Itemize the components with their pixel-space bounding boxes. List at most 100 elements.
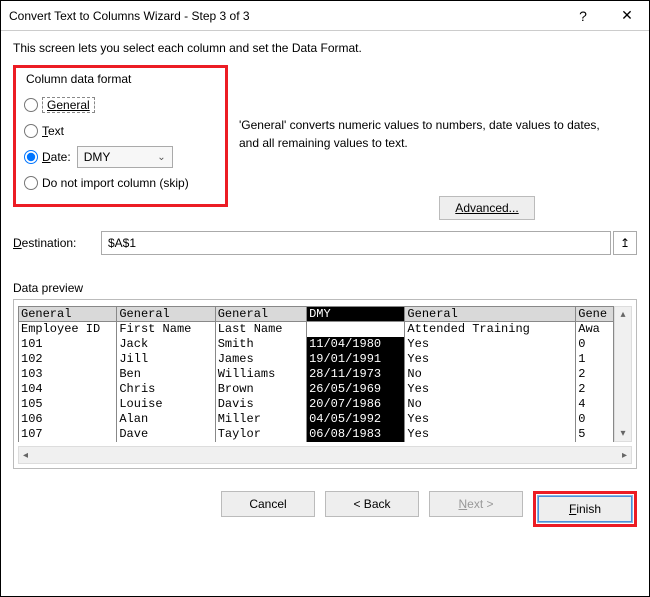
table-row: 102JillJames19/01/1991Yes1 <box>19 352 614 367</box>
format-header-row: GeneralGeneralGeneralDMYGeneralGene <box>19 307 614 322</box>
data-cell[interactable]: Jack <box>117 337 215 352</box>
data-cell[interactable]: Taylor <box>216 427 307 442</box>
format-cell[interactable]: General <box>216 307 307 322</box>
label-skip: Do not import column (skip) <box>42 176 189 190</box>
header-cell[interactable]: First Name <box>117 322 215 337</box>
format-cell[interactable]: DMY <box>307 307 405 322</box>
cancel-button[interactable]: Cancel <box>221 491 315 517</box>
data-cell[interactable]: Jill <box>117 352 215 367</box>
data-cell[interactable]: Smith <box>216 337 307 352</box>
data-cell[interactable]: Miller <box>216 412 307 427</box>
data-cell[interactable]: 4 <box>576 397 614 412</box>
option-text[interactable]: Text <box>24 118 217 144</box>
option-date[interactable]: Date: DMY ⌄ <box>24 144 217 170</box>
format-cell[interactable]: General <box>405 307 576 322</box>
data-cell[interactable]: Brown <box>216 382 307 397</box>
data-cell[interactable]: 103 <box>19 367 117 382</box>
back-button[interactable]: < Back <box>325 491 419 517</box>
data-cell[interactable]: 106 <box>19 412 117 427</box>
preview-table[interactable]: GeneralGeneralGeneralDMYGeneralGeneEmplo… <box>18 306 614 442</box>
format-description: 'General' converts numeric values to num… <box>239 116 619 152</box>
format-cell[interactable]: General <box>117 307 215 322</box>
vertical-scrollbar[interactable]: ▴ ▾ <box>614 306 632 442</box>
table-row: 101JackSmith11/04/1980Yes0 <box>19 337 614 352</box>
advanced-button[interactable]: Advanced... <box>439 196 535 220</box>
data-cell[interactable]: Yes <box>405 337 576 352</box>
scroll-down-icon: ▾ <box>620 428 625 439</box>
data-cell[interactable]: Louise <box>117 397 215 412</box>
help-button[interactable]: ? <box>561 1 605 31</box>
table-row: 106AlanMiller04/05/1992Yes0 <box>19 412 614 427</box>
date-order-select[interactable]: DMY ⌄ <box>77 146 173 168</box>
header-cell[interactable]: Employee ID <box>19 322 117 337</box>
data-cell[interactable]: 28/11/1973 <box>307 367 405 382</box>
data-cell[interactable]: Davis <box>216 397 307 412</box>
data-cell[interactable]: 101 <box>19 337 117 352</box>
data-cell[interactable]: Dave <box>117 427 215 442</box>
scroll-up-icon: ▴ <box>620 309 625 320</box>
data-cell[interactable]: 2 <box>576 382 614 397</box>
header-cell[interactable]: Last Name <box>216 322 307 337</box>
data-cell[interactable]: Chris <box>117 382 215 397</box>
data-cell[interactable]: Williams <box>216 367 307 382</box>
data-cell[interactable]: 06/08/1983 <box>307 427 405 442</box>
window-title: Convert Text to Columns Wizard - Step 3 … <box>1 9 561 23</box>
radio-general[interactable] <box>24 98 38 112</box>
intro-text: This screen lets you select each column … <box>13 41 637 55</box>
data-cell[interactable]: 11/04/1980 <box>307 337 405 352</box>
data-cell[interactable]: 20/07/1986 <box>307 397 405 412</box>
data-cell[interactable]: No <box>405 397 576 412</box>
radio-date[interactable] <box>24 150 38 164</box>
option-general[interactable]: General <box>24 92 217 118</box>
data-cell[interactable]: 104 <box>19 382 117 397</box>
data-cell[interactable]: 1 <box>576 352 614 367</box>
data-cell[interactable]: 107 <box>19 427 117 442</box>
data-cell[interactable]: Yes <box>405 382 576 397</box>
radio-skip[interactable] <box>24 176 38 190</box>
destination-label: Destination: <box>13 236 101 250</box>
chevron-down-icon: ⌄ <box>157 152 165 163</box>
label-date: Date: <box>42 150 71 164</box>
data-cell[interactable]: 105 <box>19 397 117 412</box>
radio-text[interactable] <box>24 124 38 138</box>
titlebar: Convert Text to Columns Wizard - Step 3 … <box>1 1 649 31</box>
data-cell[interactable]: James <box>216 352 307 367</box>
data-cell[interactable]: 0 <box>576 412 614 427</box>
data-cell[interactable]: Yes <box>405 412 576 427</box>
header-row: Employee IDFirst NameLast NameDOBAttende… <box>19 322 614 337</box>
horizontal-scrollbar[interactable]: ◂ ▸ <box>18 446 632 464</box>
destination-input[interactable]: $A$1 <box>101 231 611 255</box>
data-cell[interactable]: Ben <box>117 367 215 382</box>
data-cell[interactable]: 04/05/1992 <box>307 412 405 427</box>
column-data-format-group: Column data format General Text Date: DM… <box>13 65 228 207</box>
label-general: General <box>42 97 95 113</box>
finish-button[interactable]: Finish <box>538 496 632 522</box>
format-cell[interactable]: General <box>19 307 117 322</box>
dialog-body: This screen lets you select each column … <box>1 31 649 469</box>
table-row: 104ChrisBrown26/05/1969Yes2 <box>19 382 614 397</box>
data-cell[interactable]: 102 <box>19 352 117 367</box>
data-cell[interactable]: Yes <box>405 427 576 442</box>
label-text: Text <box>42 124 64 138</box>
format-cell[interactable]: Gene <box>576 307 614 322</box>
header-cell[interactable]: DOB <box>307 322 405 337</box>
finish-highlight: Finish <box>533 491 637 527</box>
table-row: 103BenWilliams28/11/1973No2 <box>19 367 614 382</box>
data-cell[interactable]: No <box>405 367 576 382</box>
data-cell[interactable]: 0 <box>576 337 614 352</box>
data-cell[interactable]: 26/05/1969 <box>307 382 405 397</box>
option-skip[interactable]: Do not import column (skip) <box>24 170 217 196</box>
data-cell[interactable]: 2 <box>576 367 614 382</box>
footer-buttons: Cancel < Back Next > Finish <box>1 477 649 541</box>
data-cell[interactable]: Alan <box>117 412 215 427</box>
data-cell[interactable]: 19/01/1991 <box>307 352 405 367</box>
destination-pick-button[interactable]: ↥ <box>613 231 637 255</box>
data-cell[interactable]: 5 <box>576 427 614 442</box>
header-cell[interactable]: Awa <box>576 322 614 337</box>
destination-row: Destination: $A$1 ↥ <box>13 231 637 255</box>
data-cell[interactable]: Yes <box>405 352 576 367</box>
close-button[interactable]: ✕ <box>605 1 649 31</box>
table-row: 107DaveTaylor06/08/1983Yes5 <box>19 427 614 442</box>
scroll-left-icon: ◂ <box>23 450 28 461</box>
header-cell[interactable]: Attended Training <box>405 322 576 337</box>
